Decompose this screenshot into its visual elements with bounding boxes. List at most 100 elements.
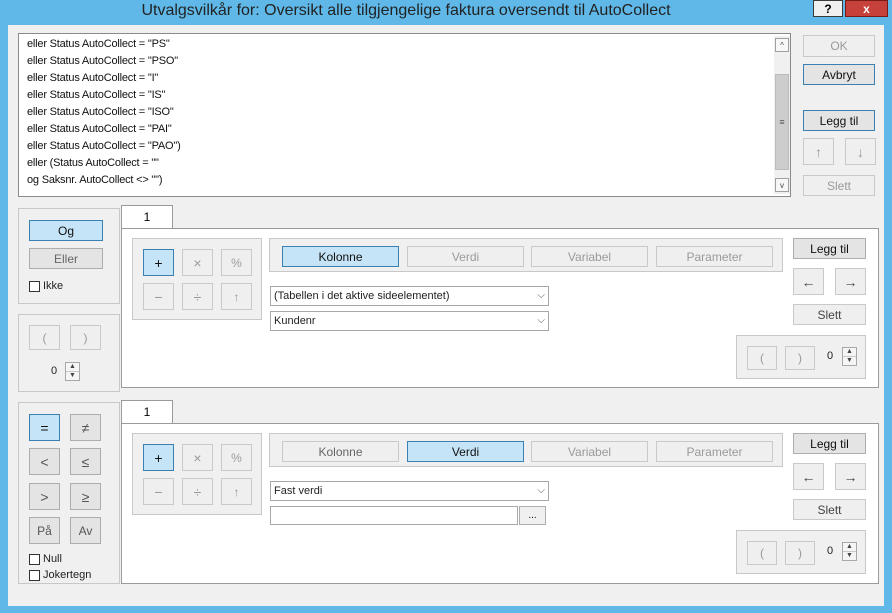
list-item[interactable]: og Saksnr. AutoCollect <> "") xyxy=(27,174,163,186)
list-scrollbar[interactable]: ^ ≡ v xyxy=(774,36,790,194)
variable-type-button[interactable]: Variabel xyxy=(531,246,648,267)
list-item[interactable]: eller Status AutoCollect = "PAO") xyxy=(27,140,181,152)
expression-2-page: + × % − ÷ ↑ Kolonne Verdi Variabel Param… xyxy=(121,423,879,584)
close-button[interactable]: x xyxy=(845,0,888,17)
not-equals-button[interactable]: ≠ xyxy=(70,414,101,441)
wildcard-checkbox[interactable]: Jokertegn xyxy=(29,569,91,581)
expr2-paren-count: 0 xyxy=(827,545,834,557)
close-paren-button[interactable]: ) xyxy=(70,325,101,350)
expr2-add-button[interactable]: Legg til xyxy=(793,433,866,454)
times-button[interactable]: × xyxy=(182,249,213,276)
expr1-open-paren-button[interactable]: ( xyxy=(747,346,777,370)
on-button[interactable]: På xyxy=(29,517,60,544)
dialog-window: Utvalgsvilkår for: Oversikt alle tilgjen… xyxy=(0,0,892,613)
table-select-value: (Tabellen i det aktive sideelementet) xyxy=(274,290,450,302)
delete-criteria-button[interactable]: Slett xyxy=(803,175,875,196)
plus-button[interactable]: + xyxy=(143,249,174,276)
browse-button[interactable]: ... xyxy=(519,506,546,525)
column-type-button[interactable]: Kolonne xyxy=(282,246,399,267)
times-button[interactable]: × xyxy=(182,444,213,471)
and-button[interactable]: Og xyxy=(29,220,103,241)
expr2-paren-spinner[interactable]: ▲ ▼ xyxy=(842,542,857,561)
scroll-down-arrow-icon[interactable]: v xyxy=(775,178,789,192)
not-checkbox-label: Ikke xyxy=(43,280,64,292)
less-than-button[interactable]: < xyxy=(29,448,60,475)
expr1-close-paren-button[interactable]: ) xyxy=(785,346,815,370)
value-input[interactable] xyxy=(270,506,518,525)
open-paren-button[interactable]: ( xyxy=(29,325,60,350)
greater-equal-button[interactable]: ≥ xyxy=(70,483,101,510)
list-item[interactable]: eller Status AutoCollect = "IS" xyxy=(27,89,165,101)
tab-expression-1-left[interactable]: 1 xyxy=(121,205,173,230)
move-up-button[interactable]: ↑ xyxy=(803,138,834,165)
power-button[interactable]: ↑ xyxy=(221,283,252,310)
off-button[interactable]: Av xyxy=(70,517,101,544)
equals-button[interactable]: = xyxy=(29,414,60,441)
cancel-button[interactable]: Avbryt xyxy=(803,64,875,85)
greater-than-button[interactable]: > xyxy=(29,483,60,510)
spin-down-icon[interactable]: ▼ xyxy=(843,551,856,560)
parameter-type-button[interactable]: Parameter xyxy=(656,441,773,462)
scroll-thumb[interactable]: ≡ xyxy=(775,74,789,170)
move-down-button[interactable]: ↓ xyxy=(845,138,876,165)
expr1-add-button[interactable]: Legg til xyxy=(793,238,866,259)
spin-up-icon[interactable]: ▲ xyxy=(843,348,856,356)
tab-expression-1-right[interactable]: 1 xyxy=(121,400,173,425)
expr1-delete-button[interactable]: Slett xyxy=(793,304,866,325)
value-type-button[interactable]: Verdi xyxy=(407,441,524,462)
parameter-type-button[interactable]: Parameter xyxy=(656,246,773,267)
minus-button[interactable]: − xyxy=(143,478,174,505)
expr1-move-left-button[interactable]: ← xyxy=(793,268,824,295)
expr1-paren-spinner[interactable]: ▲ ▼ xyxy=(842,347,857,366)
null-checkbox-label: Null xyxy=(43,553,62,565)
help-button[interactable]: ? xyxy=(813,0,843,17)
null-checkbox[interactable]: Null xyxy=(29,553,62,565)
spin-down-icon[interactable]: ▼ xyxy=(66,371,79,380)
value-kind-select[interactable]: Fast verdi ⌵ xyxy=(270,481,549,501)
variable-type-button[interactable]: Variabel xyxy=(531,441,648,462)
expr2-delete-button[interactable]: Slett xyxy=(793,499,866,520)
parenthesis-panel: ( ) 0 ▲ ▼ xyxy=(18,314,120,392)
column-type-button[interactable]: Kolonne xyxy=(282,441,399,462)
less-equal-button[interactable]: ≤ xyxy=(70,448,101,475)
list-item[interactable]: eller Status AutoCollect = "PSO" xyxy=(27,55,178,67)
expr1-operator-panel: + × % − ÷ ↑ xyxy=(132,238,262,320)
expr1-paren-count: 0 xyxy=(827,350,834,362)
expr2-open-paren-button[interactable]: ( xyxy=(747,541,777,565)
spin-up-icon[interactable]: ▲ xyxy=(66,363,79,371)
value-type-button[interactable]: Verdi xyxy=(407,246,524,267)
add-criteria-button[interactable]: Legg til xyxy=(803,110,875,131)
list-item[interactable]: eller Status AutoCollect = "ISO" xyxy=(27,106,174,118)
expr1-move-right-button[interactable]: → xyxy=(835,268,866,295)
or-button[interactable]: Eller xyxy=(29,248,103,269)
list-item[interactable]: eller (Status AutoCollect = "" xyxy=(27,157,159,169)
expr2-close-paren-button[interactable]: ) xyxy=(785,541,815,565)
not-checkbox[interactable]: Ikke xyxy=(29,280,63,292)
ok-button[interactable]: OK xyxy=(803,35,875,57)
spin-down-icon[interactable]: ▼ xyxy=(843,356,856,365)
divide-button[interactable]: ÷ xyxy=(182,283,213,310)
value-kind-select-value: Fast verdi xyxy=(274,485,323,497)
plus-button[interactable]: + xyxy=(143,444,174,471)
column-select[interactable]: Kundenr ⌵ xyxy=(270,311,549,331)
null-checkbox-box[interactable] xyxy=(29,553,40,565)
expr2-paren-panel: ( ) 0 ▲ ▼ xyxy=(736,530,866,574)
list-item[interactable]: eller Status AutoCollect = "PAI" xyxy=(27,123,172,135)
logic-panel: Og Eller Ikke xyxy=(18,208,120,304)
scroll-up-arrow-icon[interactable]: ^ xyxy=(775,38,789,52)
criteria-list[interactable]: eller Status AutoCollect = "PS" eller St… xyxy=(18,33,791,197)
power-button[interactable]: ↑ xyxy=(221,478,252,505)
expr2-move-left-button[interactable]: ← xyxy=(793,463,824,490)
spin-up-icon[interactable]: ▲ xyxy=(843,543,856,551)
table-select[interactable]: (Tabellen i det aktive sideelementet) ⌵ xyxy=(270,286,549,306)
percent-button[interactable]: % xyxy=(221,249,252,276)
list-item[interactable]: eller Status AutoCollect = "I" xyxy=(27,72,158,84)
expr2-move-right-button[interactable]: → xyxy=(835,463,866,490)
paren-spinner[interactable]: ▲ ▼ xyxy=(65,362,80,381)
list-item[interactable]: eller Status AutoCollect = "PS" xyxy=(27,38,170,50)
wildcard-checkbox-box[interactable] xyxy=(29,569,40,581)
divide-button[interactable]: ÷ xyxy=(182,478,213,505)
not-checkbox-box[interactable] xyxy=(29,280,40,292)
minus-button[interactable]: − xyxy=(143,283,174,310)
percent-button[interactable]: % xyxy=(221,444,252,471)
